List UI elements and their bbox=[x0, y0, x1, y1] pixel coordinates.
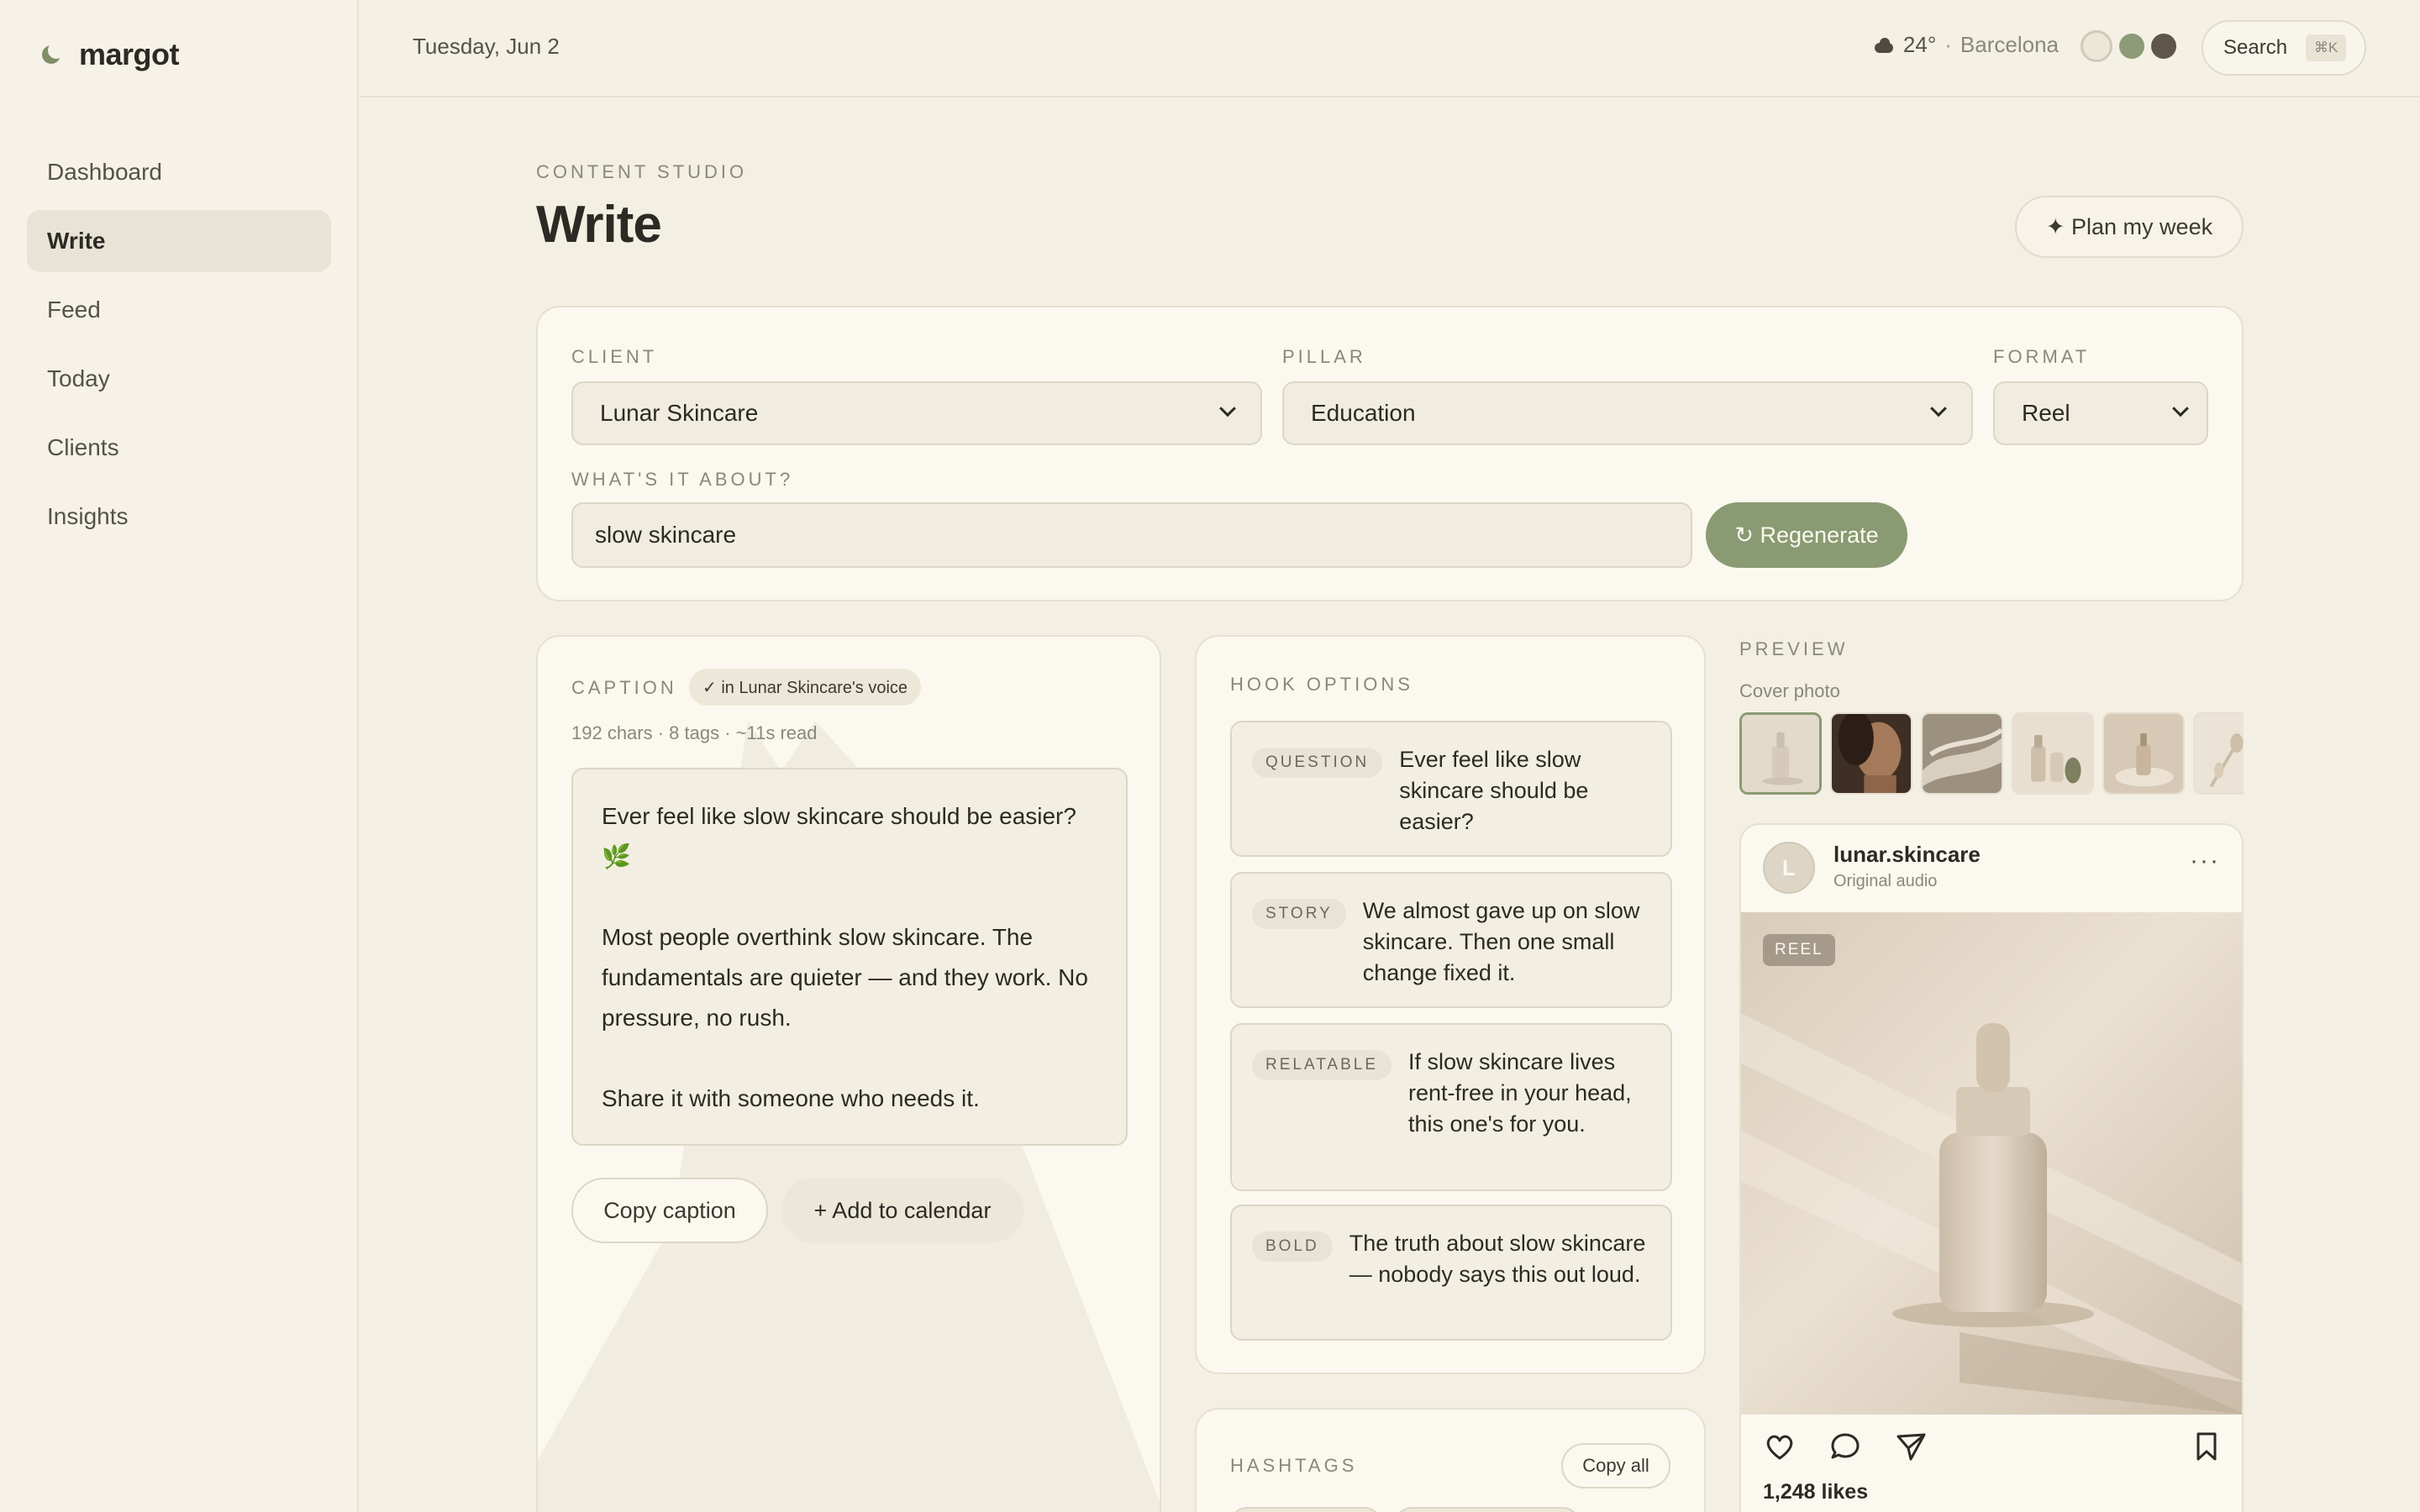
sidebar-item-dashboard[interactable]: Dashboard bbox=[27, 141, 331, 203]
reel-badge: REEL bbox=[1763, 934, 1835, 966]
copy-all-hashtags-button[interactable]: Copy all bbox=[1561, 1443, 1670, 1488]
comment-icon[interactable] bbox=[1828, 1430, 1862, 1463]
hashtag-chip[interactable] bbox=[1230, 1507, 1381, 1512]
client-value: Lunar Skincare bbox=[600, 400, 759, 426]
sidebar-item-feed[interactable]: Feed bbox=[27, 279, 331, 341]
caption-editor[interactable]: Ever feel like slow skincare should be e… bbox=[571, 768, 1128, 1146]
hook-tag: STORY bbox=[1252, 899, 1346, 929]
hashtag-chip[interactable] bbox=[1395, 1507, 1580, 1512]
caption-stats: 192 chars · 8 tags · ~11s read bbox=[571, 722, 818, 743]
bookmark-icon[interactable] bbox=[2190, 1430, 2223, 1463]
post-audio: Original audio bbox=[1833, 872, 1938, 890]
chevron-down-icon bbox=[2172, 400, 2189, 417]
hook-text: If slow skincare lives rent-free in your… bbox=[1408, 1049, 1632, 1137]
search-label: Search bbox=[2223, 36, 2288, 59]
app-name: margot bbox=[79, 37, 180, 71]
cover-thumb-texture[interactable] bbox=[1921, 712, 2003, 795]
sidebar-nav: Dashboard Write Feed Today Clients Insig… bbox=[27, 141, 331, 554]
sidebar: margot Dashboard Write Feed Today Client… bbox=[0, 0, 359, 1512]
more-icon[interactable]: ··· bbox=[2190, 847, 2220, 875]
post-handle: lunar.skincare bbox=[1833, 842, 1981, 867]
topbar: Tuesday, Jun 2 24° · Barcelona Search ⌘K bbox=[360, 0, 2420, 97]
cover-thumb-botanical[interactable] bbox=[2193, 712, 2244, 795]
weather-separator: · bbox=[1944, 32, 1952, 57]
chevron-down-icon bbox=[1219, 400, 1236, 417]
hashtags-label: HASHTAGS bbox=[1230, 1455, 1358, 1476]
cover-photo-label: Cover photo bbox=[1739, 680, 1840, 701]
caption-card: CAPTION ✓ in Lunar Skincare's voice 192 … bbox=[536, 635, 1161, 1512]
hook-option-bold[interactable]: BOLD The truth about slow skincare — nob… bbox=[1230, 1205, 1672, 1341]
theme-swatch-cocoa[interactable] bbox=[2151, 34, 2176, 59]
hook-text: We almost gave up on slow skincare. Then… bbox=[1362, 898, 1640, 985]
sidebar-item-write[interactable]: Write bbox=[27, 210, 331, 272]
hook-option-relatable[interactable]: RELATABLE If slow skincare lives rent-fr… bbox=[1230, 1023, 1672, 1191]
hook-tag: BOLD bbox=[1252, 1231, 1333, 1262]
page-title: Write bbox=[536, 196, 662, 254]
client-select[interactable]: Lunar Skincare bbox=[571, 381, 1262, 445]
share-icon[interactable] bbox=[1894, 1430, 1928, 1463]
hashtags-card: HASHTAGS Copy all bbox=[1195, 1408, 1706, 1512]
moon-icon bbox=[42, 42, 65, 66]
theme-swatch-sage[interactable] bbox=[2119, 34, 2144, 59]
topic-label: WHAT'S IT ABOUT? bbox=[571, 469, 794, 490]
search-button[interactable]: Search ⌘K bbox=[2202, 20, 2366, 76]
hook-options-card: HOOK OPTIONS QUESTION Ever feel like slo… bbox=[1195, 635, 1706, 1374]
sidebar-item-clients[interactable]: Clients bbox=[27, 417, 331, 479]
format-value: Reel bbox=[2022, 400, 2070, 426]
format-select[interactable]: Reel bbox=[1993, 381, 2208, 445]
cover-thumb-portrait[interactable] bbox=[1830, 712, 1912, 795]
theme-swatches bbox=[2081, 30, 2176, 62]
instagram-post-preview: L lunar.skincare Original audio ··· REEL bbox=[1739, 823, 2244, 1512]
hook-text: Ever feel like slow skincare should be e… bbox=[1399, 747, 1589, 834]
pillar-label: PILLAR bbox=[1282, 346, 1366, 367]
sidebar-item-insights[interactable]: Insights bbox=[27, 486, 331, 548]
preview-label: PREVIEW bbox=[1739, 638, 1849, 659]
hook-option-story[interactable]: STORY We almost gave up on slow skincare… bbox=[1230, 872, 1672, 1008]
composer-form: CLIENT Lunar Skincare PILLAR Education F… bbox=[536, 306, 2244, 601]
regenerate-button[interactable]: ↻ Regenerate bbox=[1706, 502, 1907, 568]
avatar: L bbox=[1763, 842, 1815, 894]
search-shortcut: ⌘K bbox=[2306, 34, 2347, 61]
likes-count: 1,248 likes bbox=[1763, 1480, 1869, 1504]
cloud-icon bbox=[1873, 37, 1895, 53]
caption-paragraph: Most people overthink slow skincare. The… bbox=[602, 924, 1088, 1031]
hook-tag: RELATABLE bbox=[1252, 1050, 1392, 1080]
voice-badge: ✓ in Lunar Skincare's voice bbox=[689, 669, 922, 706]
caption-paragraph: Share it with someone who needs it. bbox=[602, 1085, 980, 1111]
plan-week-button[interactable]: ✦ Plan my week bbox=[2015, 196, 2244, 258]
pillar-value: Education bbox=[1311, 400, 1416, 426]
caption-paragraph: Ever feel like slow skincare should be e… bbox=[602, 803, 1076, 869]
cover-thumb-bottles[interactable] bbox=[2012, 712, 2094, 795]
topic-input[interactable] bbox=[571, 502, 1692, 568]
format-label: FORMAT bbox=[1993, 346, 2091, 367]
hook-option-question[interactable]: QUESTION Ever feel like slow skincare sh… bbox=[1230, 721, 1672, 857]
cover-photo-picker bbox=[1739, 712, 2244, 796]
hooks-label: HOOK OPTIONS bbox=[1230, 674, 1413, 695]
weather-temp: 24° bbox=[1902, 32, 1937, 57]
weather-widget: 24° · Barcelona bbox=[1873, 32, 2059, 58]
logo[interactable]: margot bbox=[42, 37, 180, 72]
cover-thumb-dish[interactable] bbox=[2102, 712, 2185, 795]
hook-tag: QUESTION bbox=[1252, 748, 1383, 778]
weather-city: Barcelona bbox=[1960, 32, 2059, 57]
cover-thumb-dropper[interactable] bbox=[1739, 712, 1822, 795]
chevron-down-icon bbox=[1930, 400, 1947, 417]
theme-swatch-cream[interactable] bbox=[2081, 30, 2112, 62]
caption-label: CAPTION bbox=[571, 677, 677, 698]
copy-caption-button[interactable]: Copy caption bbox=[571, 1178, 768, 1243]
post-actions bbox=[1763, 1430, 2223, 1467]
post-image bbox=[1741, 912, 2242, 1415]
page-eyebrow: CONTENT STUDIO bbox=[536, 161, 748, 182]
current-date: Tuesday, Jun 2 bbox=[413, 34, 560, 59]
sidebar-item-today[interactable]: Today bbox=[27, 348, 331, 410]
client-label: CLIENT bbox=[571, 346, 658, 367]
pillar-select[interactable]: Education bbox=[1282, 381, 1973, 445]
heart-icon[interactable] bbox=[1763, 1430, 1797, 1463]
hook-text: The truth about slow skincare — nobody s… bbox=[1349, 1231, 1646, 1287]
add-to-calendar-button[interactable]: + Add to calendar bbox=[781, 1178, 1023, 1243]
